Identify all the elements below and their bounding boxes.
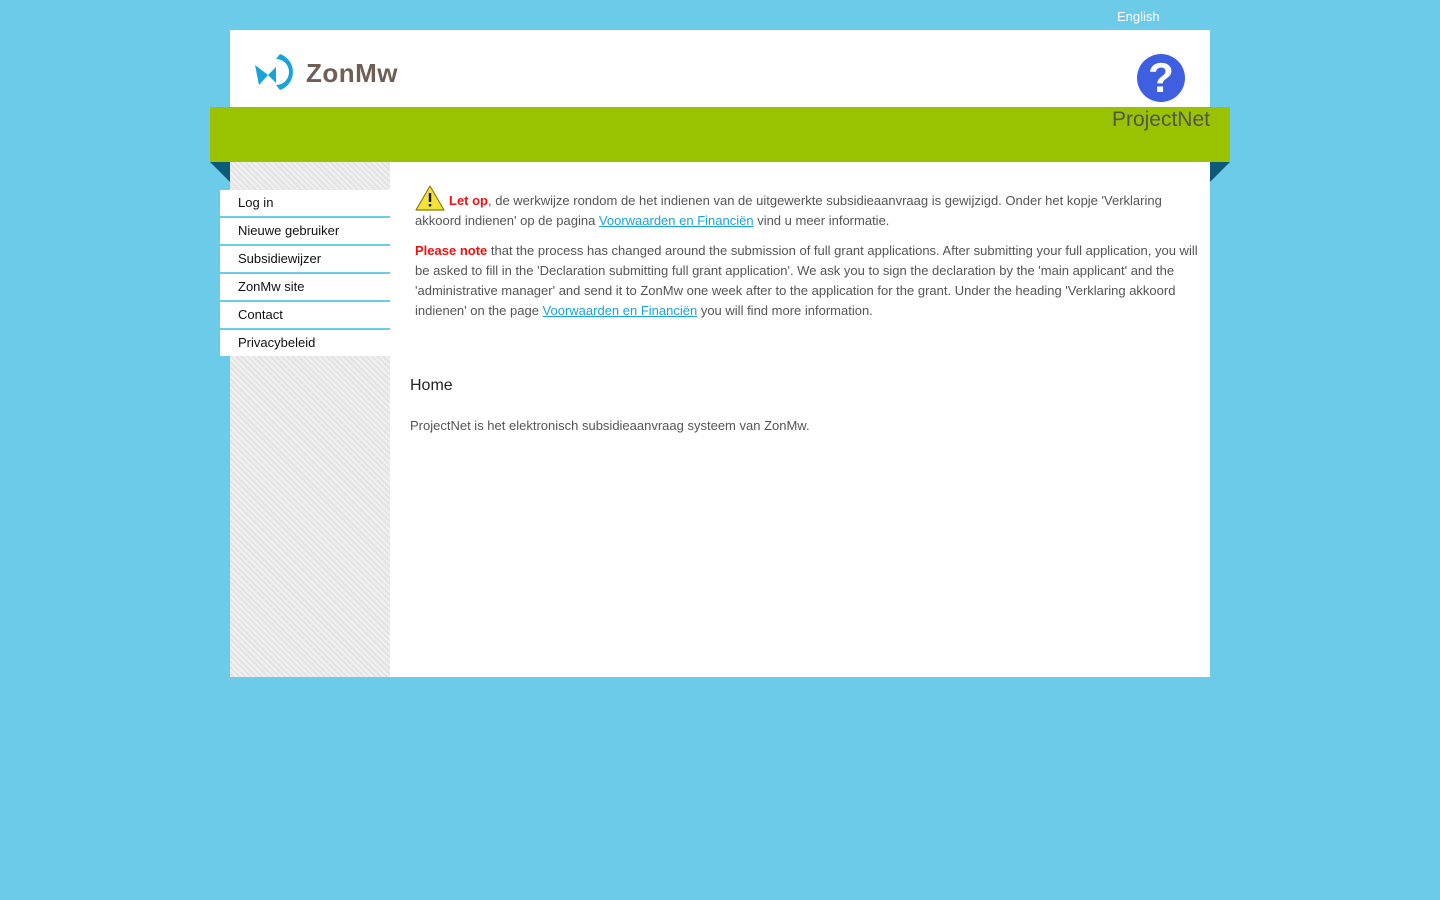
sidebar-item-zonmw-site[interactable]: ZonMw site <box>220 274 390 302</box>
notice-english: Please note that the process has changed… <box>415 241 1200 321</box>
zonmw-logo[interactable]: ZonMw <box>254 53 414 91</box>
language-link[interactable]: English <box>1117 9 1160 24</box>
sidebar-nav: Log in Nieuwe gebruiker Subsidiewijzer Z… <box>220 190 390 356</box>
page-title: Home <box>410 377 453 394</box>
help-icon[interactable]: ? <box>1137 54 1185 102</box>
page-intro: ProjectNet is het elektronisch subsidiea… <box>410 418 810 433</box>
sidebar-item-subsidiewijzer[interactable]: Subsidiewijzer <box>220 246 390 274</box>
voorwaarden-link-en[interactable]: Voorwaarden en Financiën <box>543 303 698 318</box>
notice-dutch-prefix: Let op <box>449 193 488 208</box>
notice-dutch-text-2: vind u meer informatie. <box>753 213 890 228</box>
sidebar-item-contact[interactable]: Contact <box>220 302 390 330</box>
band-fold-right <box>1210 162 1230 182</box>
notice-dutch: Let op, de werkwijze rondom de het indie… <box>415 185 1200 231</box>
app-title: ProjectNet <box>1111 108 1210 131</box>
logo-mark-icon <box>255 54 293 90</box>
main-content: Let op, de werkwijze rondom de het indie… <box>410 185 1200 331</box>
warning-icon <box>415 185 445 211</box>
logo-wordmark: ZonMw <box>306 58 399 88</box>
header-band: ProjectNet <box>210 107 1230 162</box>
voorwaarden-link-nl[interactable]: Voorwaarden en Financiën <box>599 213 754 228</box>
sidebar-item-login[interactable]: Log in <box>220 190 390 218</box>
band-fold-left <box>210 162 230 182</box>
sidebar-item-new-user[interactable]: Nieuwe gebruiker <box>220 218 390 246</box>
sidebar-item-privacy[interactable]: Privacybeleid <box>220 330 390 356</box>
notice-block: Let op, de werkwijze rondom de het indie… <box>415 185 1200 321</box>
notice-english-prefix: Please note <box>415 243 488 258</box>
notice-english-text-2: you will find more information. <box>697 303 873 318</box>
